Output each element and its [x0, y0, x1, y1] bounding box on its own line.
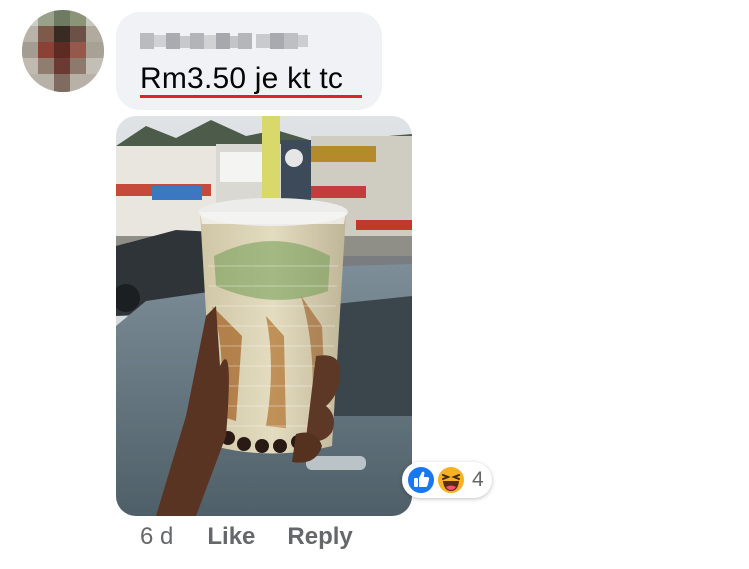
reactions-summary[interactable]: 4: [402, 462, 492, 498]
reaction-count: 4: [472, 468, 484, 491]
spellcheck-underline: [140, 95, 362, 98]
comment-text: Rm3.50 je kt tc: [140, 62, 344, 95]
haha-icon: [436, 465, 466, 495]
author-name-obscured[interactable]: [140, 30, 320, 52]
photo-image: [116, 116, 412, 516]
avatar[interactable]: [22, 10, 104, 92]
avatar-image: [22, 10, 104, 92]
like-icon: [406, 465, 436, 495]
comment-bubble: Rm3.50 je kt tc: [116, 12, 382, 110]
comment-photo[interactable]: [116, 116, 412, 516]
reply-button[interactable]: Reply: [287, 523, 352, 551]
comment-actions: 6 d Like Reply: [140, 520, 385, 554]
like-button[interactable]: Like: [207, 523, 255, 551]
comment-timestamp[interactable]: 6 d: [140, 523, 173, 551]
